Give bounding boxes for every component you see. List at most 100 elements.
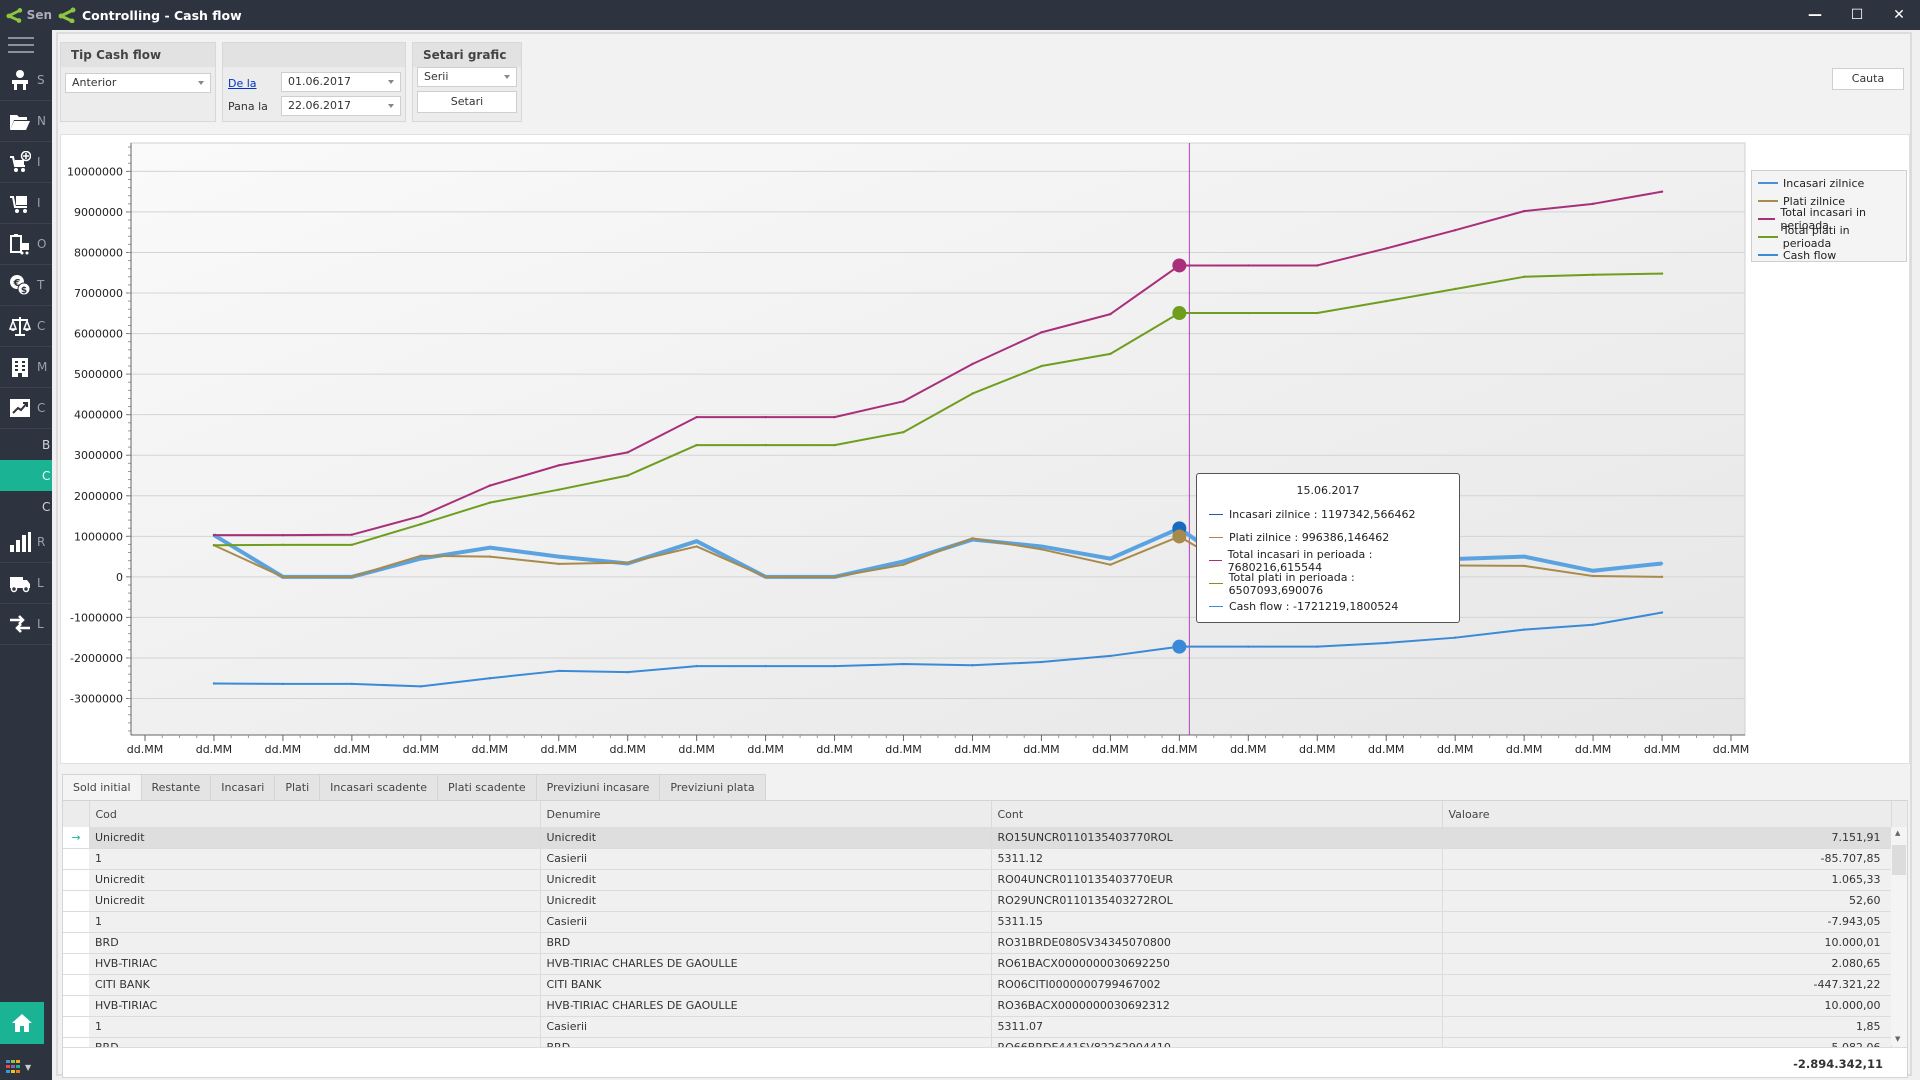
nav-item-trend-chart[interactable]: C	[0, 388, 52, 429]
tab-sold-initial[interactable]: Sold initial	[62, 774, 142, 801]
scroll-down-icon[interactable]: ▼	[1895, 1035, 1900, 1043]
tooltip-value: Cash flow : -1721219,1800524	[1229, 600, 1399, 613]
from-date-link[interactable]: De la	[228, 77, 257, 90]
brand-name: Sen	[26, 8, 52, 22]
table-row[interactable]: 1 Casierii 5311.07 1,85	[63, 1016, 1907, 1038]
tooltip-row: Plati zilnice : 996386,146462	[1209, 526, 1447, 549]
nav-subitem[interactable]: B	[0, 429, 52, 460]
home-button[interactable]	[0, 1002, 44, 1044]
left-navigation: Sen S N I I O € $ T C M C BCC RLL ▼	[0, 0, 52, 1080]
cell-cod: BRD	[89, 932, 541, 954]
row-indicator	[63, 1016, 89, 1038]
data-point	[1591, 574, 1595, 578]
nav-item-cart-add[interactable]: I	[0, 142, 52, 183]
cell-cont: 5311.12	[991, 848, 1443, 870]
to-date-field[interactable]: 22.06.2017	[281, 96, 401, 116]
tab-incasari[interactable]: Incasari	[211, 774, 276, 801]
legend-item[interactable]: Total plati in perioada	[1758, 224, 1900, 250]
table-row[interactable]: Unicredit Unicredit RO29UNCR0110135403272R…	[63, 890, 1907, 912]
content-area: Tip Cash flow Anterior De la 01.06.2017 …	[56, 32, 1912, 1078]
nav-item-currency-exchange[interactable]: € $ T	[0, 265, 52, 306]
nav-item-truck[interactable]: L	[0, 563, 52, 604]
tab-previziuni-plata[interactable]: Previziuni plata	[660, 774, 766, 801]
legend-swatch	[1758, 236, 1778, 238]
grid-scrollbar[interactable]: ▲ ▼	[1891, 827, 1907, 1045]
data-point	[1660, 272, 1664, 275]
column-header-cont[interactable]: Cont	[991, 801, 1443, 827]
data-point	[557, 464, 560, 467]
table-row[interactable]: Unicredit Unicredit RO04UNCR0110135403770E…	[63, 869, 1907, 891]
table-row[interactable]: 1 Casierii 5311.15 -7.943,05	[63, 911, 1907, 933]
table-row[interactable]: → Unicredit Unicredit RO15UNCR0110135403770…	[63, 827, 1907, 849]
nav-item-folder-open[interactable]: N	[0, 101, 52, 142]
maximize-button[interactable]: ☐	[1836, 0, 1878, 30]
nav-item-label: T	[37, 278, 45, 292]
y-tick-label: 7000000	[74, 287, 123, 300]
tooltip-swatch	[1209, 536, 1223, 539]
minimize-button[interactable]: —	[1794, 0, 1836, 30]
legend-item[interactable]: Incasari zilnice	[1758, 174, 1900, 192]
chart-settings-button[interactable]: Setari	[417, 91, 517, 113]
tab-incasari-scadente[interactable]: Incasari scadente	[320, 774, 439, 801]
nav-item-clipboard-cart[interactable]: O	[0, 224, 52, 265]
row-indicator-header	[63, 801, 90, 827]
from-date-field[interactable]: 01.06.2017	[281, 72, 401, 92]
tab-restante[interactable]: Restante	[141, 774, 212, 801]
cart-add-icon	[10, 151, 31, 172]
y-tick-label: 8000000	[74, 246, 123, 259]
cell-cont: RO04UNCR0110135403770EUR	[991, 869, 1443, 891]
tip-cash-flow-select[interactable]: Anterior	[65, 73, 211, 93]
scroll-up-icon[interactable]: ▲	[1895, 829, 1900, 837]
tab-plati-scadente[interactable]: Plati scadente	[438, 774, 537, 801]
close-icon: ✕	[1893, 7, 1905, 23]
cell-valoare: 10.000,01	[1442, 932, 1892, 954]
nav-item-label: O	[37, 237, 47, 251]
nav-item-transfer-arrows[interactable]: L	[0, 604, 52, 645]
tab-previziuni-incasare[interactable]: Previziuni incasare	[536, 774, 661, 801]
nav-item-scales[interactable]: C	[0, 306, 52, 347]
row-indicator	[63, 848, 89, 870]
legend-label: Total plati in perioada	[1782, 224, 1850, 250]
data-point	[488, 677, 491, 680]
cell-cod: CITI BANK	[89, 974, 541, 996]
cash-flow-chart[interactable]: -3000000 -2000000 -1000000 0 1000000 2000000 3…	[60, 134, 1910, 764]
nav-subitem[interactable]: C	[0, 460, 52, 491]
data-point	[695, 545, 698, 548]
y-tick-label: 10000000	[67, 165, 123, 178]
data-point	[764, 443, 767, 447]
data-point	[557, 669, 560, 673]
column-header-cod[interactable]: Cod	[89, 801, 541, 827]
minimize-icon: —	[1808, 7, 1822, 23]
cell-cod: 1	[89, 1016, 541, 1038]
series-select[interactable]: Serii	[417, 67, 517, 87]
nav-subitem[interactable]: C	[0, 491, 52, 522]
data-point	[902, 430, 905, 434]
column-header-denumire[interactable]: Denumire	[540, 801, 992, 827]
table-row[interactable]: 1 Casierii 5311.12 -85.707,85	[63, 848, 1907, 870]
data-point	[281, 682, 285, 686]
table-row[interactable]: HVB-TIRIAC HVB-TIRIAC CHARLES DE GAOULLE R…	[63, 953, 1907, 975]
close-button[interactable]: ✕	[1878, 0, 1920, 30]
apps-menu-button[interactable]: ▼	[6, 1060, 31, 1074]
cell-cont: 5311.15	[991, 911, 1443, 933]
column-header-valoare[interactable]: Valoare	[1442, 801, 1892, 827]
tab-plati[interactable]: Plati	[275, 774, 321, 801]
data-point	[350, 682, 354, 686]
search-button[interactable]: Cauta	[1832, 68, 1904, 90]
hamburger-icon	[8, 44, 34, 46]
table-row[interactable]: CITI BANK CITI BANK RO06CITI00000007994670…	[63, 974, 1907, 996]
cell-cont: RO29UNCR0110135403272ROL	[991, 890, 1443, 912]
nav-item-cart[interactable]: I	[0, 183, 52, 224]
highlight-marker	[1172, 258, 1187, 273]
nav-item-person-desk[interactable]: S	[0, 60, 52, 101]
table-row[interactable]: HVB-TIRIAC HVB-TIRIAC CHARLES DE GAOULLE R…	[63, 995, 1907, 1017]
cell-denumire: HVB-TIRIAC CHARLES DE GAOULLE	[540, 995, 992, 1017]
hamburger-menu-button[interactable]	[0, 30, 52, 60]
data-point	[695, 539, 698, 543]
nav-item-building[interactable]: M	[0, 347, 52, 388]
table-row[interactable]: BRD BRD RO31BRDE080SV34345070800 10.000,01	[63, 932, 1907, 954]
data-point	[1316, 311, 1319, 315]
nav-item-bar-chart[interactable]: R	[0, 522, 52, 563]
scrollbar-thumb[interactable]	[1892, 845, 1906, 875]
app-logo-icon	[6, 8, 23, 23]
